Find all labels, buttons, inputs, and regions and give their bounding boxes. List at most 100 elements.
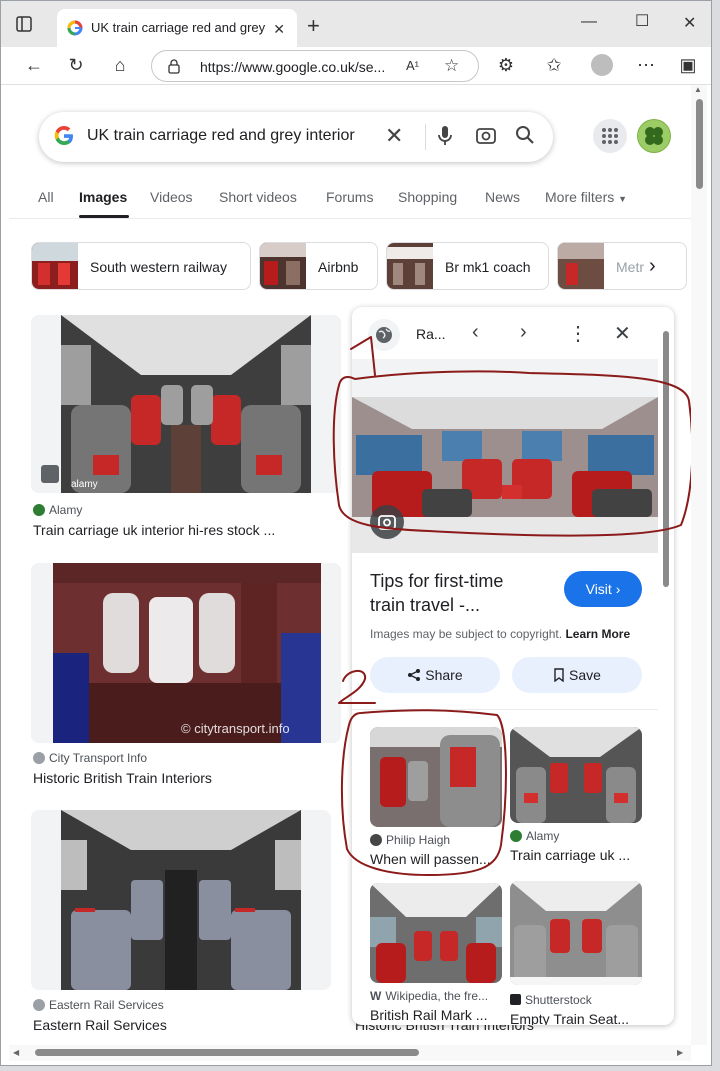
chip-thumbnail	[260, 243, 306, 289]
tab-short-videos[interactable]: Short videos	[219, 189, 297, 205]
chip-airbnb[interactable]: Airbnb	[259, 242, 378, 290]
related-source: Shutterstock	[510, 993, 592, 1007]
related-source: W Wikipedia, the fre...	[370, 989, 488, 1003]
tab-news[interactable]: News	[485, 189, 520, 205]
chevron-right-icon[interactable]: ›	[649, 255, 656, 278]
page-scrollbar[interactable]: ▲	[691, 85, 707, 1045]
refresh-icon[interactable]: ↻	[65, 55, 87, 76]
search-box[interactable]: UK train carriage red and grey interior …	[39, 112, 553, 162]
result-image[interactable]: alamy	[31, 315, 341, 493]
chip-label: South western railway	[90, 259, 227, 275]
extensions-icon[interactable]: ⚙	[495, 55, 517, 76]
source-name: Wikipedia, the fre...	[385, 989, 489, 1003]
browser-window: UK train carriage red and grey int ✕ + —…	[0, 0, 712, 1066]
source-name: Shutterstock	[525, 993, 592, 1007]
share-icon	[407, 667, 425, 683]
copyright-notice: Images may be subject to copyright. Lear…	[370, 627, 630, 641]
tab-more-filters[interactable]: More filters ▼	[545, 189, 627, 205]
alamy-favicon-icon	[510, 830, 522, 842]
lens-camera-icon[interactable]	[370, 505, 404, 539]
lock-icon	[168, 59, 180, 79]
related-source: Philip Haigh	[370, 833, 450, 847]
related-image[interactable]	[510, 727, 642, 823]
save-button[interactable]: Save	[512, 657, 642, 693]
lens-search-icon[interactable]	[475, 125, 497, 152]
voice-search-icon[interactable]	[437, 125, 453, 152]
search-icon[interactable]	[515, 125, 535, 150]
learn-more-link[interactable]: Learn More	[565, 627, 630, 641]
next-icon[interactable]: ›	[520, 321, 527, 344]
new-tab-icon[interactable]: +	[307, 13, 320, 39]
scroll-right-icon[interactable]: ▶	[677, 1048, 683, 1057]
favorite-star-icon[interactable]: ☆	[444, 56, 459, 76]
wordpress-favicon-icon	[370, 834, 382, 846]
scroll-up-icon[interactable]: ▲	[694, 85, 702, 94]
title-line: Tips for first-time	[370, 571, 504, 591]
bookmark-icon	[553, 667, 569, 683]
scroll-left-icon[interactable]: ◀	[13, 1048, 19, 1057]
minimize-icon[interactable]: —	[581, 13, 597, 31]
result-image[interactable]	[31, 810, 331, 990]
related-title[interactable]: Train carriage uk ...	[510, 847, 640, 863]
close-window-icon[interactable]: ✕	[683, 13, 696, 33]
result-image[interactable]: © citytransport.info	[31, 563, 341, 743]
tab-close-icon[interactable]: ✕	[273, 21, 285, 38]
related-title[interactable]: British Rail Mark ...	[370, 1007, 500, 1023]
sidebar-icon[interactable]: ▣	[677, 55, 699, 76]
tab-forums[interactable]: Forums	[326, 189, 373, 205]
panel-scrollbar[interactable]	[660, 307, 674, 1025]
close-icon[interactable]: ✕	[614, 321, 631, 346]
clear-search-icon[interactable]: ✕	[385, 123, 403, 149]
read-aloud-icon[interactable]: A¹	[406, 58, 419, 73]
tab-strip: UK train carriage red and grey int ✕ + —…	[1, 1, 711, 47]
chip-metro[interactable]: Metr	[557, 242, 687, 290]
maximize-icon[interactable]: ☐	[635, 11, 649, 31]
related-title[interactable]: When will passen...	[370, 851, 500, 867]
alamy-favicon-icon	[33, 504, 45, 516]
related-image[interactable]	[370, 727, 502, 827]
address-bar[interactable]: https://www.google.co.uk/se... A¹ ☆	[151, 50, 479, 82]
chevron-right-icon: ›	[615, 581, 621, 597]
browser-tab[interactable]: UK train carriage red and grey int ✕	[57, 9, 297, 47]
save-label: Save	[568, 667, 601, 683]
chip-br-mk1-coach[interactable]: Br mk1 coach	[386, 242, 549, 290]
panel-source-title[interactable]: Ra...	[416, 326, 446, 342]
more-options-icon[interactable]: ⋮	[568, 321, 588, 346]
tab-images[interactable]: Images	[79, 189, 127, 205]
back-icon[interactable]: ←	[23, 55, 45, 76]
account-avatar[interactable]	[637, 119, 671, 153]
globe-favicon-icon	[33, 752, 45, 764]
tab-shopping[interactable]: Shopping	[398, 189, 457, 205]
share-button[interactable]: Share	[370, 657, 500, 693]
image-watermark: © citytransport.info	[181, 721, 290, 736]
related-image[interactable]	[370, 883, 502, 983]
result-source: City Transport Info	[33, 751, 147, 765]
favorites-icon[interactable]: ✩	[543, 55, 565, 76]
related-title[interactable]: Empty Train Seat...	[510, 1011, 640, 1025]
horizontal-scrollbar[interactable]: ◀ ▶	[9, 1045, 691, 1061]
title-line: train travel -...	[370, 595, 481, 615]
horizontal-scrollbar-thumb[interactable]	[35, 1049, 419, 1056]
tab-actions-icon[interactable]	[15, 15, 35, 35]
browser-profile-avatar[interactable]	[591, 54, 613, 76]
chip-label: Br mk1 coach	[445, 259, 531, 275]
result-title[interactable]: Historic British Train Interiors	[33, 770, 212, 786]
tab-videos[interactable]: Videos	[150, 189, 193, 205]
related-image[interactable]	[510, 881, 642, 985]
previous-icon[interactable]: ‹	[472, 321, 479, 344]
page-title[interactable]: Tips for first-time train travel -...	[370, 569, 503, 617]
google-apps-icon[interactable]	[593, 119, 627, 153]
chip-south-western-railway[interactable]: South western railway	[31, 242, 251, 290]
page-scrollbar-thumb[interactable]	[696, 99, 703, 189]
result-title[interactable]: Train carriage uk interior hi-res stock …	[33, 522, 275, 538]
home-icon[interactable]: ⌂	[109, 55, 131, 76]
visit-button[interactable]: Visit ›	[564, 571, 642, 607]
more-menu-icon[interactable]: ⋯	[635, 55, 657, 76]
tabs-divider	[9, 218, 691, 219]
chip-label: Metr	[616, 259, 644, 275]
panel-scrollbar-thumb[interactable]	[663, 331, 669, 587]
google-logo-icon	[53, 125, 75, 152]
tab-all[interactable]: All	[38, 189, 54, 205]
result-title[interactable]: Eastern Rail Services	[33, 1017, 167, 1033]
search-query: UK train carriage red and grey interior	[87, 127, 355, 144]
